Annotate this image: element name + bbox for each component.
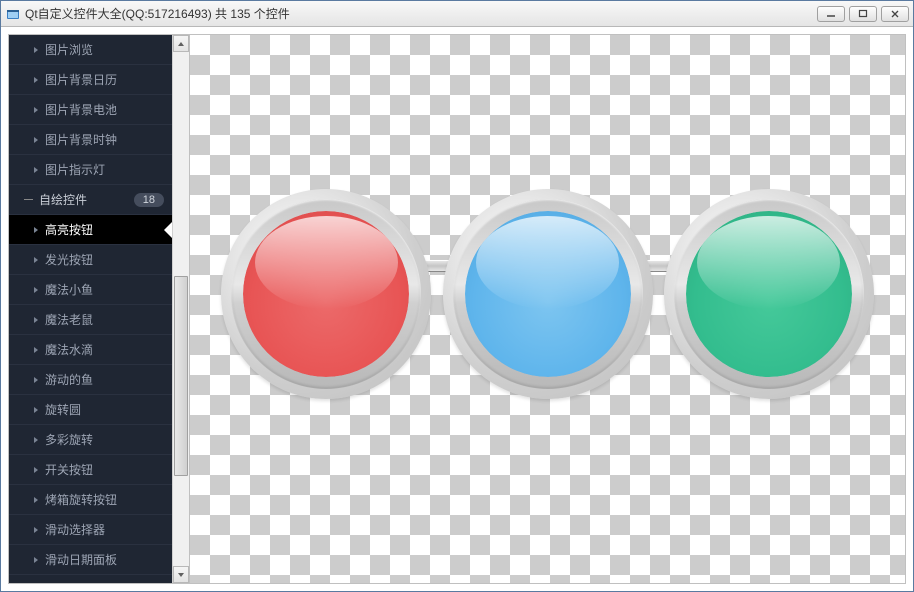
- button-face: [243, 211, 409, 377]
- button-color: [465, 211, 631, 377]
- sidebar-container: 图片浏览图片背景日历图片背景电池图片背景时钟图片指示灯自绘控件 18 高亮按钮发光按…: [9, 35, 190, 583]
- chevron-right-icon: [31, 555, 41, 565]
- inner-frame: 图片浏览图片背景日历图片背景电池图片背景时钟图片指示灯自绘控件 18 高亮按钮发光按…: [8, 34, 906, 584]
- sidebar-item-label: 滑动日期面板: [45, 551, 164, 568]
- sidebar-item[interactable]: 开关按钮: [9, 455, 172, 485]
- chevron-right-icon: [31, 105, 41, 115]
- sidebar-item[interactable]: 魔法小鱼: [9, 275, 172, 305]
- sidebar-item[interactable]: 发光按钮: [9, 245, 172, 275]
- chevron-right-icon: [31, 285, 41, 295]
- sidebar-item[interactable]: 滑动选择器: [9, 515, 172, 545]
- sidebar-item[interactable]: 图片背景日历: [9, 65, 172, 95]
- button-face: [465, 211, 631, 377]
- maximize-button[interactable]: [849, 6, 877, 22]
- sidebar-item[interactable]: 多彩旋转: [9, 425, 172, 455]
- sidebar-item-selected[interactable]: 高亮按钮: [9, 215, 172, 245]
- sidebar-item-label: 发光按钮: [45, 251, 164, 268]
- scroll-up-button[interactable]: [173, 35, 189, 52]
- chevron-right-icon: [31, 345, 41, 355]
- sidebar-category-label: 自绘控件: [39, 191, 128, 208]
- app-window: Qt自定义控件大全(QQ:517216493) 共 135 个控件 图片浏览图片…: [0, 0, 914, 592]
- app-icon: [5, 6, 21, 22]
- chevron-right-icon: [31, 465, 41, 475]
- sidebar-item-label: 魔法水滴: [45, 341, 164, 358]
- chevron-right-icon: [31, 135, 41, 145]
- sidebar-item[interactable]: 旋转圆: [9, 395, 172, 425]
- chevron-right-icon: [31, 315, 41, 325]
- sidebar-item[interactable]: 魔法水滴: [9, 335, 172, 365]
- sidebar-item-label: 高亮按钮: [45, 221, 164, 238]
- minus-icon: [23, 195, 33, 205]
- sidebar-item-label: 图片背景电池: [45, 101, 164, 118]
- sidebar-item[interactable]: 滑动日期面板: [9, 545, 172, 575]
- sidebar-item[interactable]: 图片指示灯: [9, 155, 172, 185]
- sidebar-item-label: 图片浏览: [45, 41, 164, 58]
- chevron-right-icon: [31, 525, 41, 535]
- sidebar-item-label: 旋转圆: [45, 401, 164, 418]
- window-controls: [817, 6, 909, 22]
- glossy-button-blue[interactable]: [443, 189, 653, 399]
- sidebar-item-label: 图片背景时钟: [45, 131, 164, 148]
- sidebar-item-label: 图片指示灯: [45, 161, 164, 178]
- close-button[interactable]: [881, 6, 909, 22]
- sidebar-item-label: 图片背景日历: [45, 71, 164, 88]
- scroll-track[interactable]: [173, 52, 189, 566]
- button-color: [686, 211, 852, 377]
- sidebar-item-label: 魔法小鱼: [45, 281, 164, 298]
- glossy-button-red[interactable]: [221, 189, 431, 399]
- chevron-right-icon: [31, 225, 41, 235]
- sidebar-item-label: 多彩旋转: [45, 431, 164, 448]
- chevron-right-icon: [31, 255, 41, 265]
- sidebar-item[interactable]: 烤箱旋转按钮: [9, 485, 172, 515]
- chevron-right-icon: [31, 405, 41, 415]
- chevron-right-icon: [31, 75, 41, 85]
- sidebar-item-label: 烤箱旋转按钮: [45, 491, 164, 508]
- client-area: 图片浏览图片背景日历图片背景电池图片背景时钟图片指示灯自绘控件 18 高亮按钮发光按…: [1, 27, 913, 591]
- sidebar-item-label: 游动的鱼: [45, 371, 164, 388]
- titlebar[interactable]: Qt自定义控件大全(QQ:517216493) 共 135 个控件: [1, 1, 913, 27]
- sidebar-scrollbar[interactable]: [172, 35, 189, 583]
- glossy-button-teal[interactable]: [664, 189, 874, 399]
- preview-area: [190, 35, 905, 583]
- chevron-right-icon: [31, 45, 41, 55]
- sidebar-item[interactable]: 游动的鱼: [9, 365, 172, 395]
- sidebar-item[interactable]: 图片背景时钟: [9, 125, 172, 155]
- chevron-right-icon: [31, 375, 41, 385]
- sidebar-item-label: 开关按钮: [45, 461, 164, 478]
- sidebar-item[interactable]: 图片背景电池: [9, 95, 172, 125]
- scroll-down-button[interactable]: [173, 566, 189, 583]
- sidebar-item[interactable]: 图片浏览: [9, 35, 172, 65]
- button-face: [686, 211, 852, 377]
- chevron-right-icon: [31, 495, 41, 505]
- scroll-thumb[interactable]: [174, 276, 188, 476]
- sidebar-item-label: 滑动选择器: [45, 521, 164, 538]
- sidebar-item[interactable]: 魔法老鼠: [9, 305, 172, 335]
- chevron-right-icon: [31, 165, 41, 175]
- count-badge: 18: [134, 193, 164, 207]
- button-color: [243, 211, 409, 377]
- minimize-button[interactable]: [817, 6, 845, 22]
- chevron-right-icon: [31, 435, 41, 445]
- sidebar-category[interactable]: 自绘控件 18: [9, 185, 172, 215]
- glossy-buttons-row: [190, 189, 905, 399]
- sidebar-tree[interactable]: 图片浏览图片背景日历图片背景电池图片背景时钟图片指示灯自绘控件 18 高亮按钮发光按…: [9, 35, 172, 583]
- sidebar-item-label: 魔法老鼠: [45, 311, 164, 328]
- window-title: Qt自定义控件大全(QQ:517216493) 共 135 个控件: [25, 5, 817, 22]
